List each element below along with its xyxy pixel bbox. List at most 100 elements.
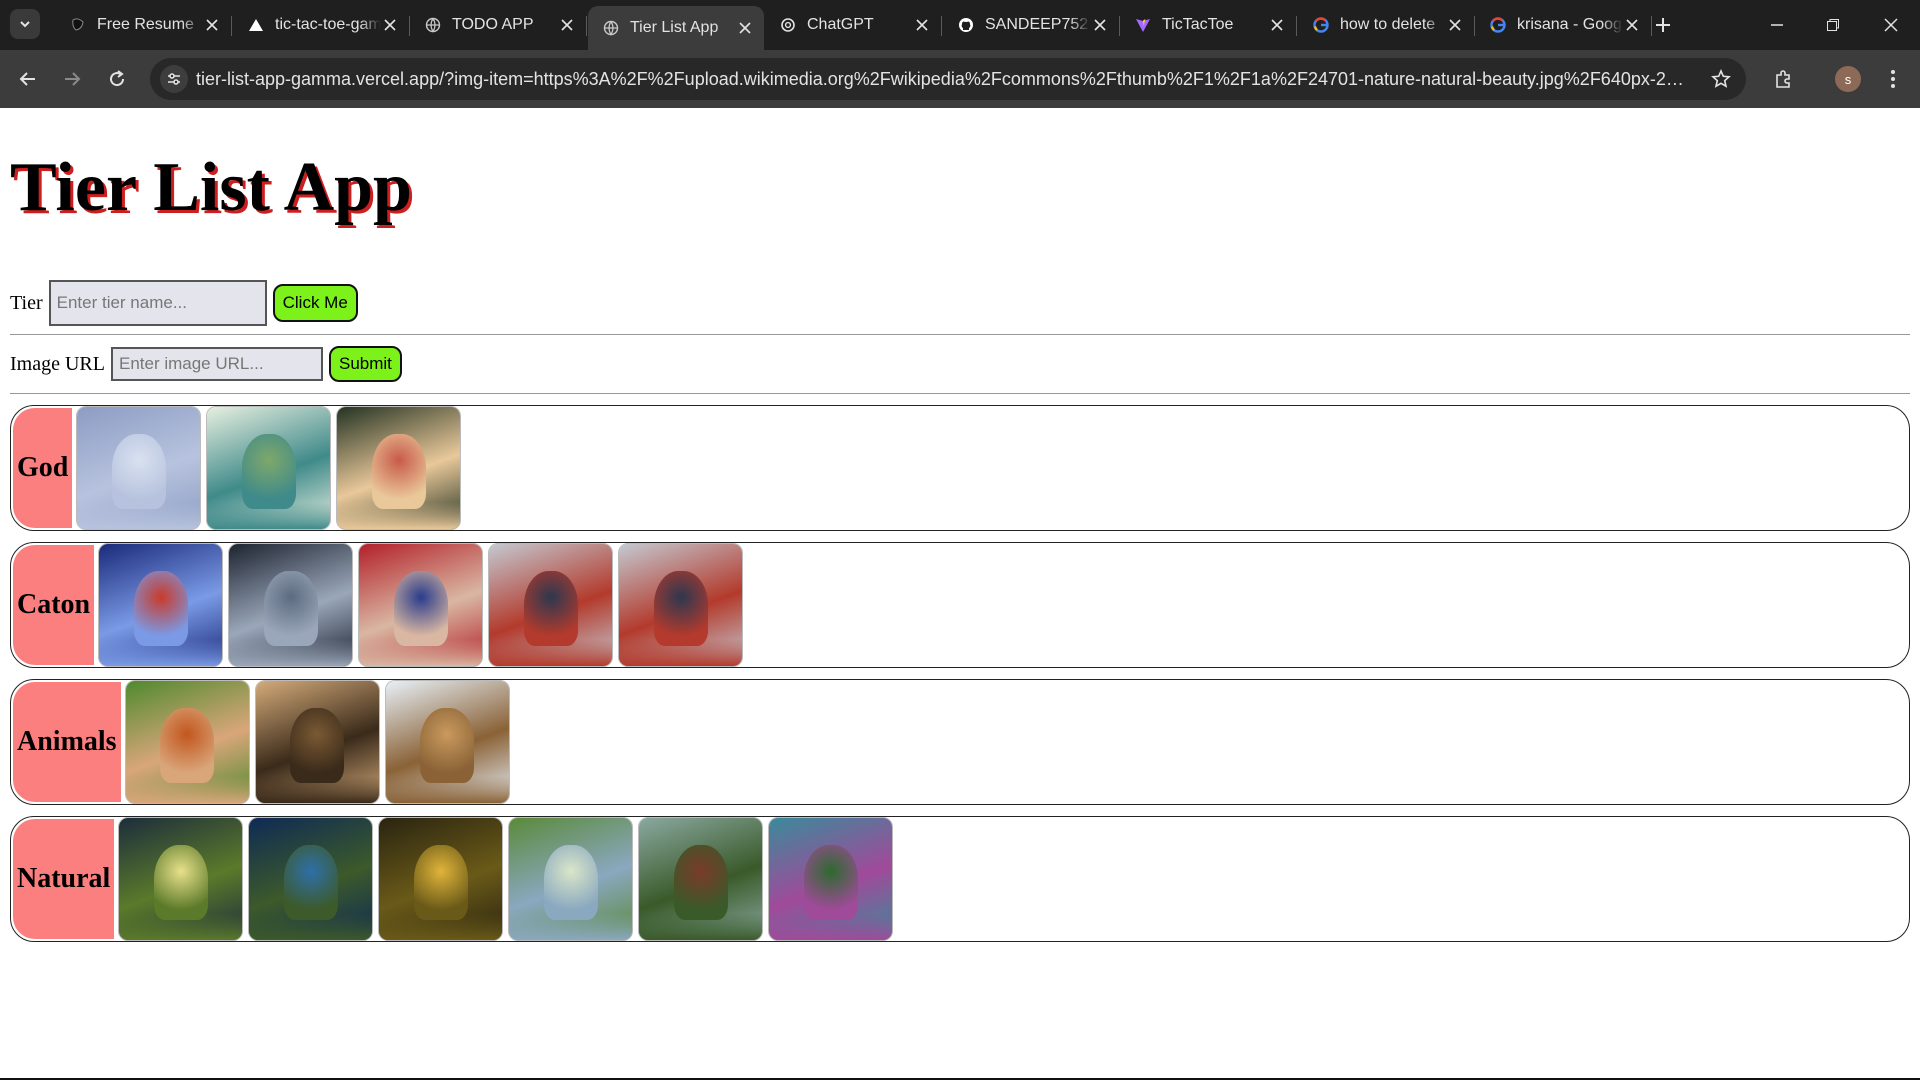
arrow-left-icon — [19, 72, 35, 86]
browser-toolbar: tier-list-app-gamma.vercel.app/?img-item… — [0, 50, 1920, 108]
reload-icon — [110, 70, 125, 87]
browser-tab[interactable]: how to delete — [1298, 6, 1475, 44]
tier-image-shield-hero-closeup[interactable] — [618, 543, 744, 667]
tune-icon — [168, 73, 180, 85]
tier-image-lioness[interactable] — [384, 680, 510, 804]
tab-title: TODO APP — [452, 16, 534, 33]
globe-icon — [424, 16, 442, 34]
restore-icon — [1827, 19, 1839, 31]
close-tab-icon[interactable] — [558, 16, 576, 34]
tier-image-tree-meadow-sunrise[interactable] — [118, 817, 244, 941]
page-title: Tier List App — [10, 149, 412, 226]
close-tab-icon[interactable] — [1623, 16, 1641, 34]
add-tier-button[interactable]: Click Me — [272, 284, 358, 322]
tier-image-leopard[interactable] — [254, 680, 380, 804]
tier-image-lake-pier-night[interactable] — [248, 817, 374, 941]
tier-label: Animals — [13, 682, 121, 802]
back-button[interactable] — [14, 65, 42, 93]
tab-title: SANDEEP752 — [985, 16, 1089, 33]
bookmark-button[interactable] — [1710, 68, 1732, 90]
divider — [10, 334, 1910, 335]
browser-tab[interactable]: krisana - Google — [1475, 6, 1652, 44]
tab-title: ChatGPT — [807, 16, 874, 33]
tier-image-shield-hero-closeup[interactable] — [488, 543, 614, 667]
image-url-label: Image URL — [10, 352, 105, 375]
tab-search-button[interactable] — [10, 9, 40, 39]
tier-image-meditating-deity[interactable] — [76, 406, 202, 530]
tab-title: Tier List App — [630, 19, 719, 36]
tier-image-armored-hero-glowing[interactable] — [98, 543, 224, 667]
tier-items — [98, 543, 748, 667]
chevron-down-icon — [20, 21, 30, 28]
image-form: Image URL Submit — [10, 346, 402, 382]
github-icon — [957, 16, 975, 34]
tier-items — [76, 406, 466, 530]
close-tab-icon[interactable] — [1091, 16, 1109, 34]
vite-icon — [1134, 16, 1152, 34]
minimize-button[interactable] — [1764, 12, 1790, 38]
tier-image-squirrel[interactable] — [124, 680, 250, 804]
browser-tab[interactable]: SANDEEP752 — [943, 6, 1120, 44]
browser-tab[interactable]: Tier List App — [588, 6, 764, 50]
address-bar[interactable]: tier-list-app-gamma.vercel.app/?img-item… — [150, 58, 1746, 100]
tier-label: Natural — [13, 819, 115, 939]
google-icon — [1489, 16, 1507, 34]
arrow-right-icon — [65, 72, 81, 86]
submit-image-button[interactable]: Submit — [328, 346, 402, 382]
tier-image-divine-children[interactable] — [336, 406, 462, 530]
tab-title: how to delete — [1340, 16, 1436, 33]
tier-image-stream-flowers[interactable] — [508, 817, 634, 941]
kebab-menu-icon — [1891, 70, 1895, 88]
tab-title: tic-tac-toe-game — [275, 16, 381, 33]
tier-row-animals: Animals — [10, 679, 1910, 805]
browser-tab[interactable]: ChatGPT — [765, 6, 942, 44]
tier-items — [124, 680, 515, 804]
new-tab-button[interactable] — [1652, 14, 1674, 36]
vercel-triangle-icon — [247, 16, 265, 34]
tier-row-god: God — [10, 405, 1910, 531]
site-info-button[interactable] — [160, 65, 188, 93]
extensions-button[interactable] — [1770, 66, 1796, 92]
tier-items — [118, 817, 898, 941]
close-icon — [1884, 18, 1898, 32]
browser-menu-button[interactable] — [1880, 66, 1906, 92]
tier-list: God Caton Animals Natural — [10, 405, 1910, 953]
browser-tab[interactable]: TODO APP — [410, 6, 587, 44]
image-url-input[interactable] — [110, 347, 323, 381]
browser-tab[interactable]: TicTacToe — [1120, 6, 1297, 44]
close-tab-icon[interactable] — [203, 16, 221, 34]
tier-image-golden-tree-reflection[interactable] — [378, 817, 504, 941]
close-tab-icon[interactable] — [736, 19, 754, 37]
reload-button[interactable] — [103, 65, 131, 93]
chatgpt-icon — [779, 16, 797, 34]
tab-separator — [231, 16, 232, 36]
close-tab-icon[interactable] — [913, 16, 931, 34]
tab-title: Free Resume — [97, 16, 194, 33]
close-tab-icon[interactable] — [1268, 16, 1286, 34]
tier-image-shield-hero-standing[interactable] — [228, 543, 354, 667]
restore-button[interactable] — [1820, 12, 1846, 38]
browser-tab-strip: Free Resume tic-tac-toe-game TODO APP Tier … — [0, 0, 1920, 50]
tier-label: God — [13, 408, 73, 528]
tier-label: Tier — [10, 291, 43, 314]
star-icon — [1711, 69, 1731, 88]
tier-form: Tier Click Me — [10, 280, 358, 326]
url-text[interactable]: tier-list-app-gamma.vercel.app/?img-item… — [196, 69, 1686, 90]
tier-row-caton: Caton — [10, 542, 1910, 668]
tier-name-input[interactable] — [48, 280, 267, 326]
tier-image-wooden-boardwalk[interactable] — [638, 817, 764, 941]
forward-button[interactable] — [58, 65, 86, 93]
tier-image-lone-tree-flowers[interactable] — [768, 817, 894, 941]
close-tab-icon[interactable] — [1446, 16, 1464, 34]
tier-image-peacock-feather-art[interactable] — [206, 406, 332, 530]
close-window-button[interactable] — [1878, 12, 1904, 38]
browser-tab[interactable]: tic-tac-toe-game — [233, 6, 410, 44]
close-tab-icon[interactable] — [381, 16, 399, 34]
profile-avatar[interactable]: s — [1835, 66, 1861, 92]
puzzle-icon — [1776, 70, 1790, 88]
divider — [10, 393, 1910, 394]
resume-favicon-icon — [69, 16, 87, 34]
tab-title: krisana - Google — [1517, 16, 1623, 33]
browser-tab[interactable]: Free Resume — [55, 6, 232, 44]
tier-image-actor-portrait[interactable] — [358, 543, 484, 667]
